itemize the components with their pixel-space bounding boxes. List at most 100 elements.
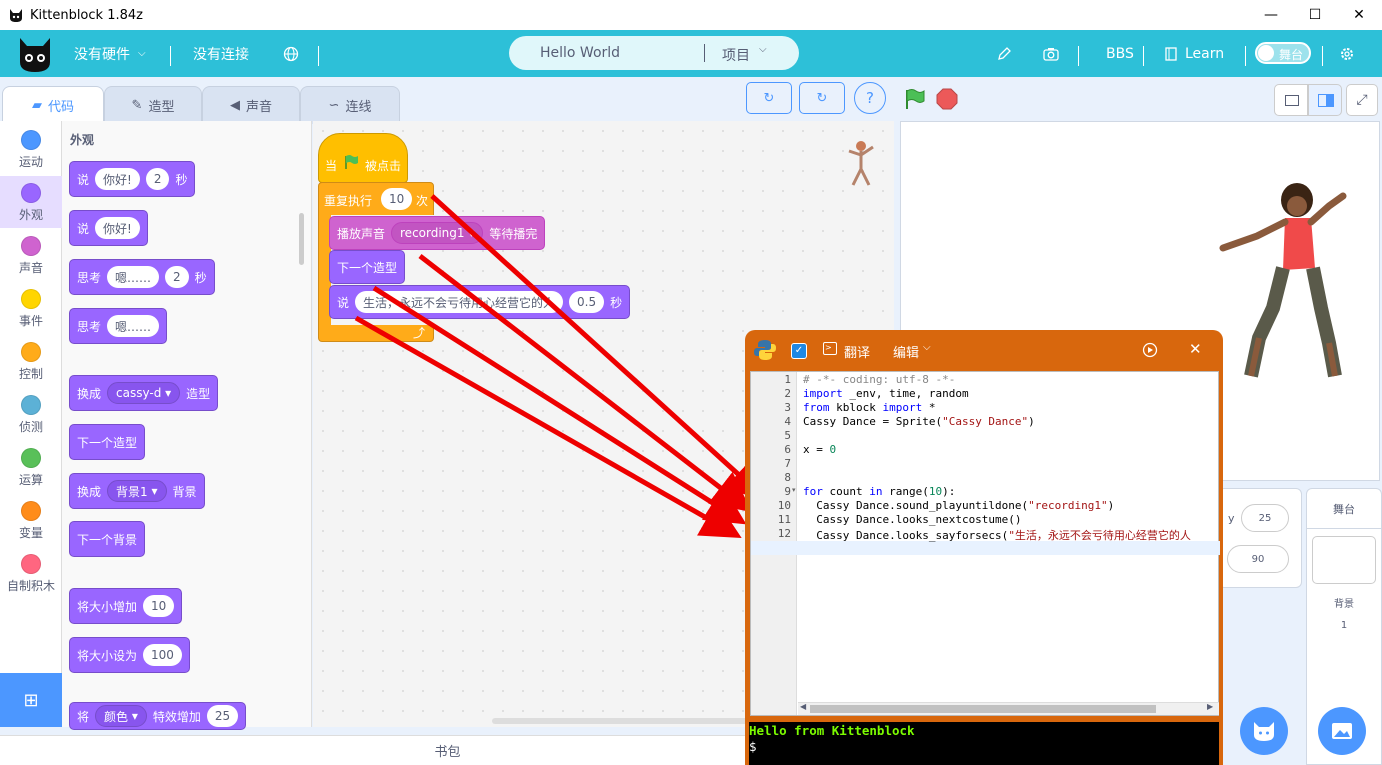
edit-menu[interactable]: 编辑 — [893, 342, 919, 361]
category-5[interactable]: 侦测 — [0, 388, 62, 440]
category-7[interactable]: 变量 — [0, 494, 62, 546]
message-input[interactable]: 你好! — [95, 217, 140, 239]
effect-dropdown[interactable]: 颜色 ▾ — [95, 705, 147, 727]
chevron-down-icon: ⌵ — [759, 44, 767, 55]
line-number: 3 — [784, 401, 791, 414]
python-mode-checkbox[interactable]: ✓ — [791, 343, 807, 359]
close-popup-icon[interactable]: ✕ — [1189, 340, 1202, 358]
y-input[interactable]: 25 — [1241, 504, 1289, 532]
category-6[interactable]: 运算 — [0, 441, 62, 493]
message-input[interactable]: 嗯…… — [107, 266, 160, 288]
camera-icon[interactable] — [1043, 30, 1059, 77]
stage-toggle-switch[interactable]: 舞台 — [1255, 42, 1311, 64]
think-for-secs-block[interactable]: 思考 嗯…… 2 秒 — [69, 259, 215, 295]
tab-code[interactable]: ▰ 代码 — [2, 86, 104, 124]
large-stage-button[interactable] — [1308, 84, 1342, 116]
category-label: 事件 — [18, 314, 43, 328]
message-input[interactable]: 你好! — [95, 168, 140, 190]
project-menu[interactable]: 项目 — [722, 45, 750, 65]
change-size-block[interactable]: 将大小增加 10 — [69, 588, 183, 624]
run-icon[interactable] — [1142, 342, 1158, 358]
category-0[interactable]: 运动 — [0, 123, 62, 175]
hardware-menu[interactable]: 没有硬件 ⌵ — [74, 30, 146, 77]
stage-thumbnail[interactable] — [1312, 536, 1376, 584]
change-effect-block[interactable]: 将颜色 ▾ 特效增加 25 — [69, 702, 247, 730]
stop-icon[interactable] — [936, 88, 958, 110]
next-costume-block[interactable]: 下一个造型 — [69, 424, 146, 460]
secs-input[interactable]: 0.5 — [569, 291, 605, 313]
category-3[interactable]: 事件 — [0, 282, 62, 334]
maximize-button[interactable]: ☐ — [1292, 0, 1338, 30]
say-for-secs-block[interactable]: 说你好! 2 秒 — [69, 161, 196, 197]
globe-icon[interactable] — [283, 30, 299, 77]
terminal-output[interactable]: Hello from Kittenblock $ — [749, 722, 1219, 765]
say-for-secs-block[interactable]: 说生活，永远不会亏待用心经营它的人 0.5 秒 — [329, 285, 631, 319]
set-size-block[interactable]: 将大小设为 100 — [69, 637, 190, 673]
redo-button[interactable]: ↻ — [799, 82, 845, 114]
backdrop-dropdown[interactable]: 背景1 ▾ — [107, 480, 167, 502]
script-scrollbar[interactable] — [492, 718, 752, 724]
divider — [1245, 46, 1246, 66]
add-extension-button[interactable]: ⊞ — [0, 673, 62, 727]
size-input[interactable]: 10 — [143, 595, 175, 617]
size-input[interactable]: 100 — [143, 644, 182, 666]
sound-dropdown[interactable]: recording1 ▾ — [391, 222, 484, 244]
palette-scrollbar[interactable] — [299, 213, 304, 265]
code-editor[interactable]: 12345678910111213 ▾ # -*- coding: utf-8 … — [750, 371, 1220, 716]
dancer-sprite[interactable] — [1217, 178, 1347, 388]
small-stage-button[interactable] — [1274, 84, 1308, 116]
secs-input[interactable]: 2 — [165, 266, 189, 288]
connection-menu[interactable]: 没有连接 — [193, 30, 249, 77]
category-2[interactable]: 声音 — [0, 229, 62, 281]
amount-input[interactable]: 25 — [206, 705, 239, 727]
block-label: 将 — [77, 709, 90, 724]
message-input[interactable]: 生活，永远不会亏待用心经营它的人 — [355, 291, 564, 313]
category-1[interactable]: 外观 — [0, 176, 62, 228]
line-number: 10 — [777, 499, 791, 512]
add-backdrop-button[interactable] — [1318, 707, 1366, 755]
switch-backdrop-block[interactable]: 换成 背景1 ▾ 背景 — [69, 473, 205, 509]
sprite-thumbnail-icon — [848, 141, 874, 186]
direction-input[interactable]: 90 — [1227, 545, 1289, 573]
tab-wiring[interactable]: ∽ 连线 — [300, 86, 400, 124]
repeat-count-input[interactable]: 10 — [381, 188, 413, 210]
category-4[interactable]: 控制 — [0, 335, 62, 387]
green-flag-icon[interactable] — [902, 87, 926, 111]
next-costume-block[interactable]: 下一个造型 — [329, 250, 406, 284]
add-sprite-button[interactable] — [1240, 707, 1288, 755]
learn-link[interactable]: Learn — [1165, 30, 1224, 77]
kitten-logo-icon[interactable] — [17, 34, 53, 74]
scroll-thumb[interactable] — [810, 705, 1156, 713]
fullscreen-button[interactable]: ⤢ — [1346, 84, 1378, 116]
when-flag-clicked-block[interactable]: 当 被点击 — [318, 133, 408, 183]
say-block[interactable]: 说你好! — [69, 210, 148, 246]
scroll-right-icon[interactable]: ▶ — [1207, 702, 1213, 711]
fold-arrow-icon[interactable]: ▾ — [792, 486, 796, 494]
close-window-button[interactable]: ✕ — [1336, 0, 1382, 30]
bbs-link[interactable]: BBS — [1106, 30, 1134, 77]
project-name-input[interactable]: Hello World — [540, 45, 620, 61]
undo-button[interactable]: ↻ — [746, 82, 792, 114]
translate-button[interactable]: 翻译 — [844, 342, 870, 361]
backdrop-count: 1 — [1340, 620, 1348, 631]
think-block[interactable]: 思考 嗯…… — [69, 308, 168, 344]
gear-icon[interactable] — [1339, 30, 1355, 77]
block-label: 被点击 — [365, 159, 402, 173]
category-8[interactable]: 自制积木 — [0, 547, 62, 599]
minimize-button[interactable]: — — [1248, 0, 1294, 30]
edit-pencil-icon[interactable] — [997, 30, 1011, 77]
learn-label: Learn — [1185, 45, 1225, 62]
play-sound-until-done-block[interactable]: 播放声音 recording1 ▾ 等待播完 — [329, 216, 546, 250]
secs-input[interactable]: 2 — [145, 168, 170, 190]
tab-costumes[interactable]: ✎ 造型 — [104, 86, 202, 124]
switch-costume-block[interactable]: 换成 cassy-d ▾ 造型 — [69, 375, 219, 411]
next-backdrop-block[interactable]: 下一个背景 — [69, 521, 146, 557]
scroll-left-icon[interactable]: ◀ — [800, 702, 806, 711]
help-button[interactable]: ? — [854, 82, 886, 114]
category-label: 运动 — [18, 155, 43, 169]
costume-dropdown[interactable]: cassy-d ▾ — [107, 382, 181, 404]
code-icon: ▰ — [31, 98, 42, 113]
code-hscrollbar[interactable]: ◀ ▶ — [798, 702, 1219, 715]
tab-sounds[interactable]: ◀ 声音 — [202, 86, 300, 124]
message-input[interactable]: 嗯…… — [107, 315, 160, 337]
